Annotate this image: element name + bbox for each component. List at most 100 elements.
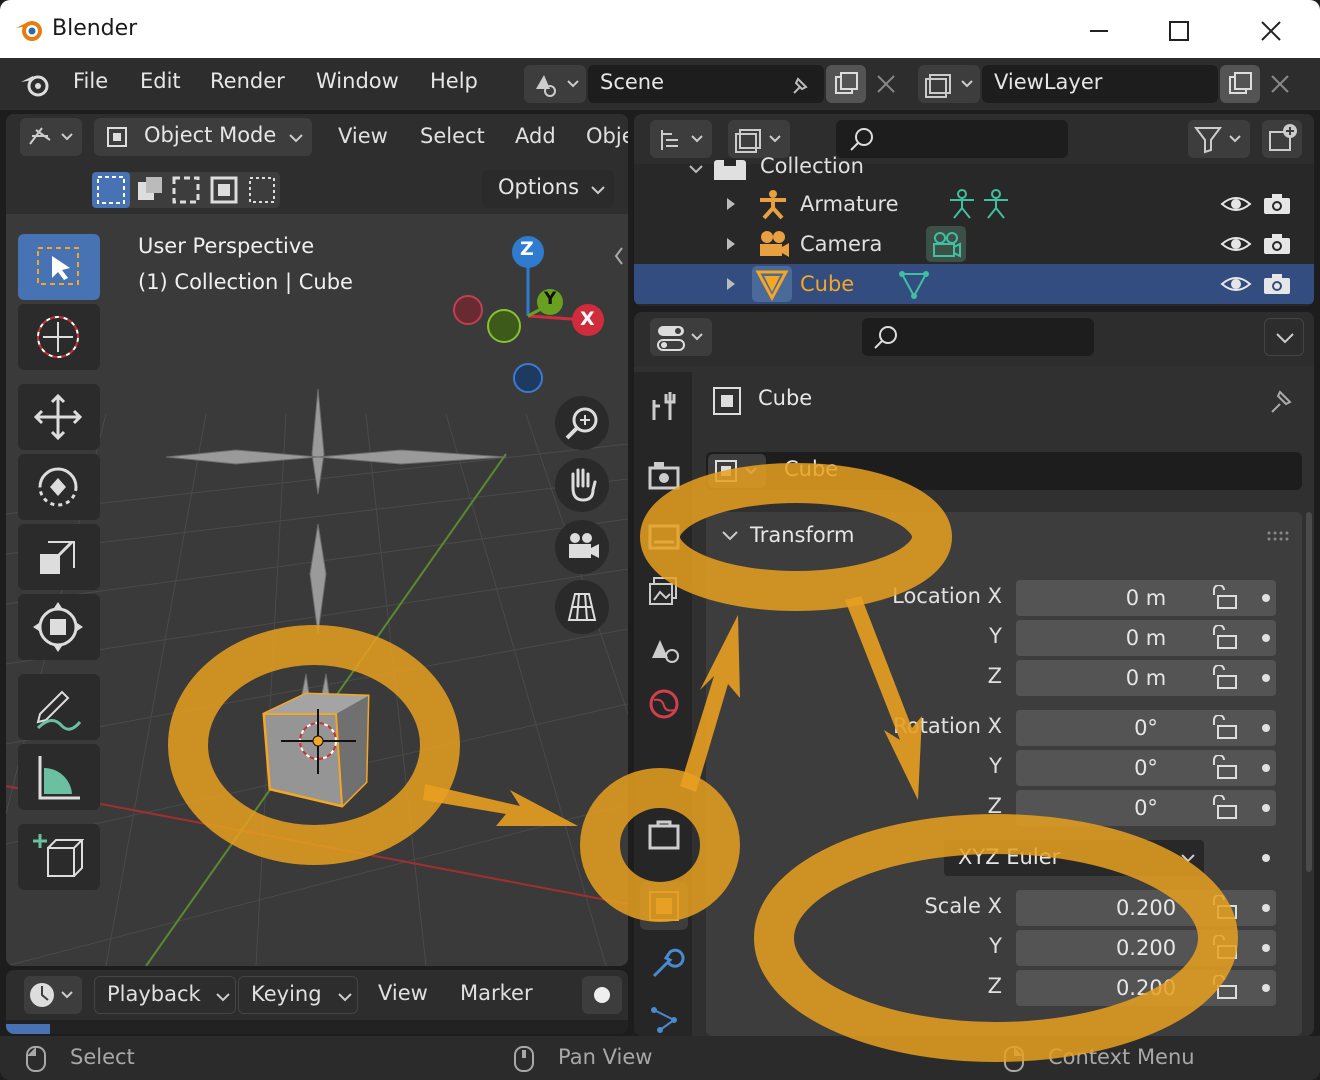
view-layer-name-field[interactable]: ViewLayer [982,65,1218,103]
tab-collection[interactable] [640,812,688,860]
tool-rotate[interactable] [18,454,100,520]
menu-edit[interactable]: Edit [140,69,181,93]
eye-icon[interactable] [1220,272,1252,296]
menu-window[interactable]: Window [316,69,399,93]
drag-handle-icon[interactable] [1266,530,1290,542]
lock-icon[interactable] [1210,715,1240,741]
keying-dropdown[interactable]: Keying [238,976,358,1014]
scene-selector-button[interactable] [524,65,586,103]
tool-transform[interactable] [18,594,100,660]
timeline-editor-type-button[interactable] [24,976,82,1014]
lock-icon[interactable] [1210,795,1240,821]
blender-menu-icon[interactable] [18,68,54,100]
tool-annotate[interactable] [18,674,100,740]
keyframe-dot[interactable] [1262,594,1270,602]
keyframe-dot[interactable] [1262,904,1270,912]
render-camera-icon[interactable] [1262,272,1292,296]
new-view-layer-button[interactable] [1220,65,1260,103]
properties-search-input[interactable] [862,318,1094,356]
menu-render[interactable]: Render [210,69,285,93]
eye-icon[interactable] [1220,192,1252,216]
scene-name-field[interactable]: Scene [588,65,824,103]
keyframe-dot[interactable] [1262,854,1270,862]
3d-viewport[interactable]: Object Mode View Select Add Obje Options [6,114,628,966]
minimize-button[interactable] [1078,10,1118,50]
maximize-button[interactable] [1158,10,1198,50]
lock-icon[interactable] [1210,625,1240,651]
lock-icon[interactable] [1210,895,1240,921]
tab-object[interactable] [640,882,688,930]
ortho-toggle-button[interactable] [555,580,609,634]
keyframe-dot[interactable] [1262,674,1270,682]
tool-move[interactable] [18,384,100,450]
camera-data-button[interactable] [926,226,966,262]
auto-keying-button[interactable] [582,976,622,1014]
lock-icon[interactable] [1210,755,1240,781]
object-datablock-field[interactable]: Cube [706,452,1302,490]
keyframe-dot[interactable] [1262,944,1270,952]
lock-icon[interactable] [1210,935,1240,961]
render-camera-icon[interactable] [1262,232,1292,256]
keyframe-dot[interactable] [1262,804,1270,812]
rotation-mode-dropdown[interactable]: XYZ Euler [944,840,1204,876]
mode-dropdown[interactable]: Object Mode [94,118,312,156]
tab-view-layer[interactable] [640,568,688,616]
eye-icon[interactable] [1220,232,1252,256]
properties-scrollbar[interactable] [1306,512,1312,872]
pin-icon[interactable] [1266,384,1298,416]
delete-scene-button[interactable] [866,65,906,103]
menu-file[interactable]: File [73,69,108,93]
tab-output[interactable] [640,512,688,560]
lock-icon[interactable] [1210,585,1240,611]
lock-icon[interactable] [1210,665,1240,691]
render-camera-icon[interactable] [1262,192,1292,216]
pin-icon[interactable] [786,71,816,97]
close-button[interactable] [1250,10,1290,50]
zoom-button[interactable] [555,396,609,450]
new-scene-button[interactable] [826,65,866,103]
viewport-menu-object[interactable]: Obje [586,124,628,148]
tab-scene[interactable] [640,624,688,672]
expand-arrow-icon[interactable] [724,276,738,292]
timeline-menu-view[interactable]: View [378,981,428,1005]
options-dropdown[interactable]: Options [482,170,614,208]
outliner-row-cube[interactable]: Cube [634,264,1314,304]
tool-select-box[interactable] [18,234,100,300]
properties-options-button[interactable] [1264,318,1304,356]
viewport-menu-view[interactable]: View [338,124,388,148]
sidebar-toggle-icon[interactable] [612,244,626,268]
keyframe-dot[interactable] [1262,724,1270,732]
tab-particles[interactable] [640,996,688,1036]
timeline-scrubber[interactable] [6,1020,628,1034]
datablock-browse-button[interactable] [708,454,766,488]
tool-add-cube[interactable] [18,824,100,890]
pan-button[interactable] [555,458,609,512]
editor-type-button[interactable] [20,118,82,156]
menu-help[interactable]: Help [430,69,478,93]
view-layer-selector-button[interactable] [918,65,980,103]
delete-view-layer-button[interactable] [1260,65,1300,103]
tab-modifiers[interactable] [640,940,688,988]
keyframe-dot[interactable] [1262,634,1270,642]
outliner-editor-type-button[interactable] [650,120,712,158]
expand-arrow-icon[interactable] [724,196,738,212]
transform-panel-header[interactable]: Transform [706,512,1302,560]
keyframe-dot[interactable] [1262,764,1270,772]
outliner-row-armature[interactable]: Armature [634,184,1314,224]
outliner-row-camera[interactable]: Camera [634,224,1314,264]
filter-button[interactable] [1188,120,1250,158]
tool-cursor[interactable] [18,304,100,370]
new-collection-button[interactable] [1262,120,1302,158]
camera-view-button[interactable] [555,520,609,574]
expand-arrow-icon[interactable] [724,236,738,252]
lock-icon[interactable] [1210,975,1240,1001]
tab-render[interactable] [640,452,688,500]
viewport-menu-add[interactable]: Add [515,124,556,148]
tool-measure[interactable] [18,744,100,810]
playback-dropdown[interactable]: Playback [94,976,236,1014]
display-mode-button[interactable] [728,120,790,158]
properties-editor-type-button[interactable] [650,318,712,356]
keyframe-dot[interactable] [1262,984,1270,992]
viewport-menu-select[interactable]: Select [420,124,485,148]
timeline-menu-marker[interactable]: Marker [460,981,533,1005]
